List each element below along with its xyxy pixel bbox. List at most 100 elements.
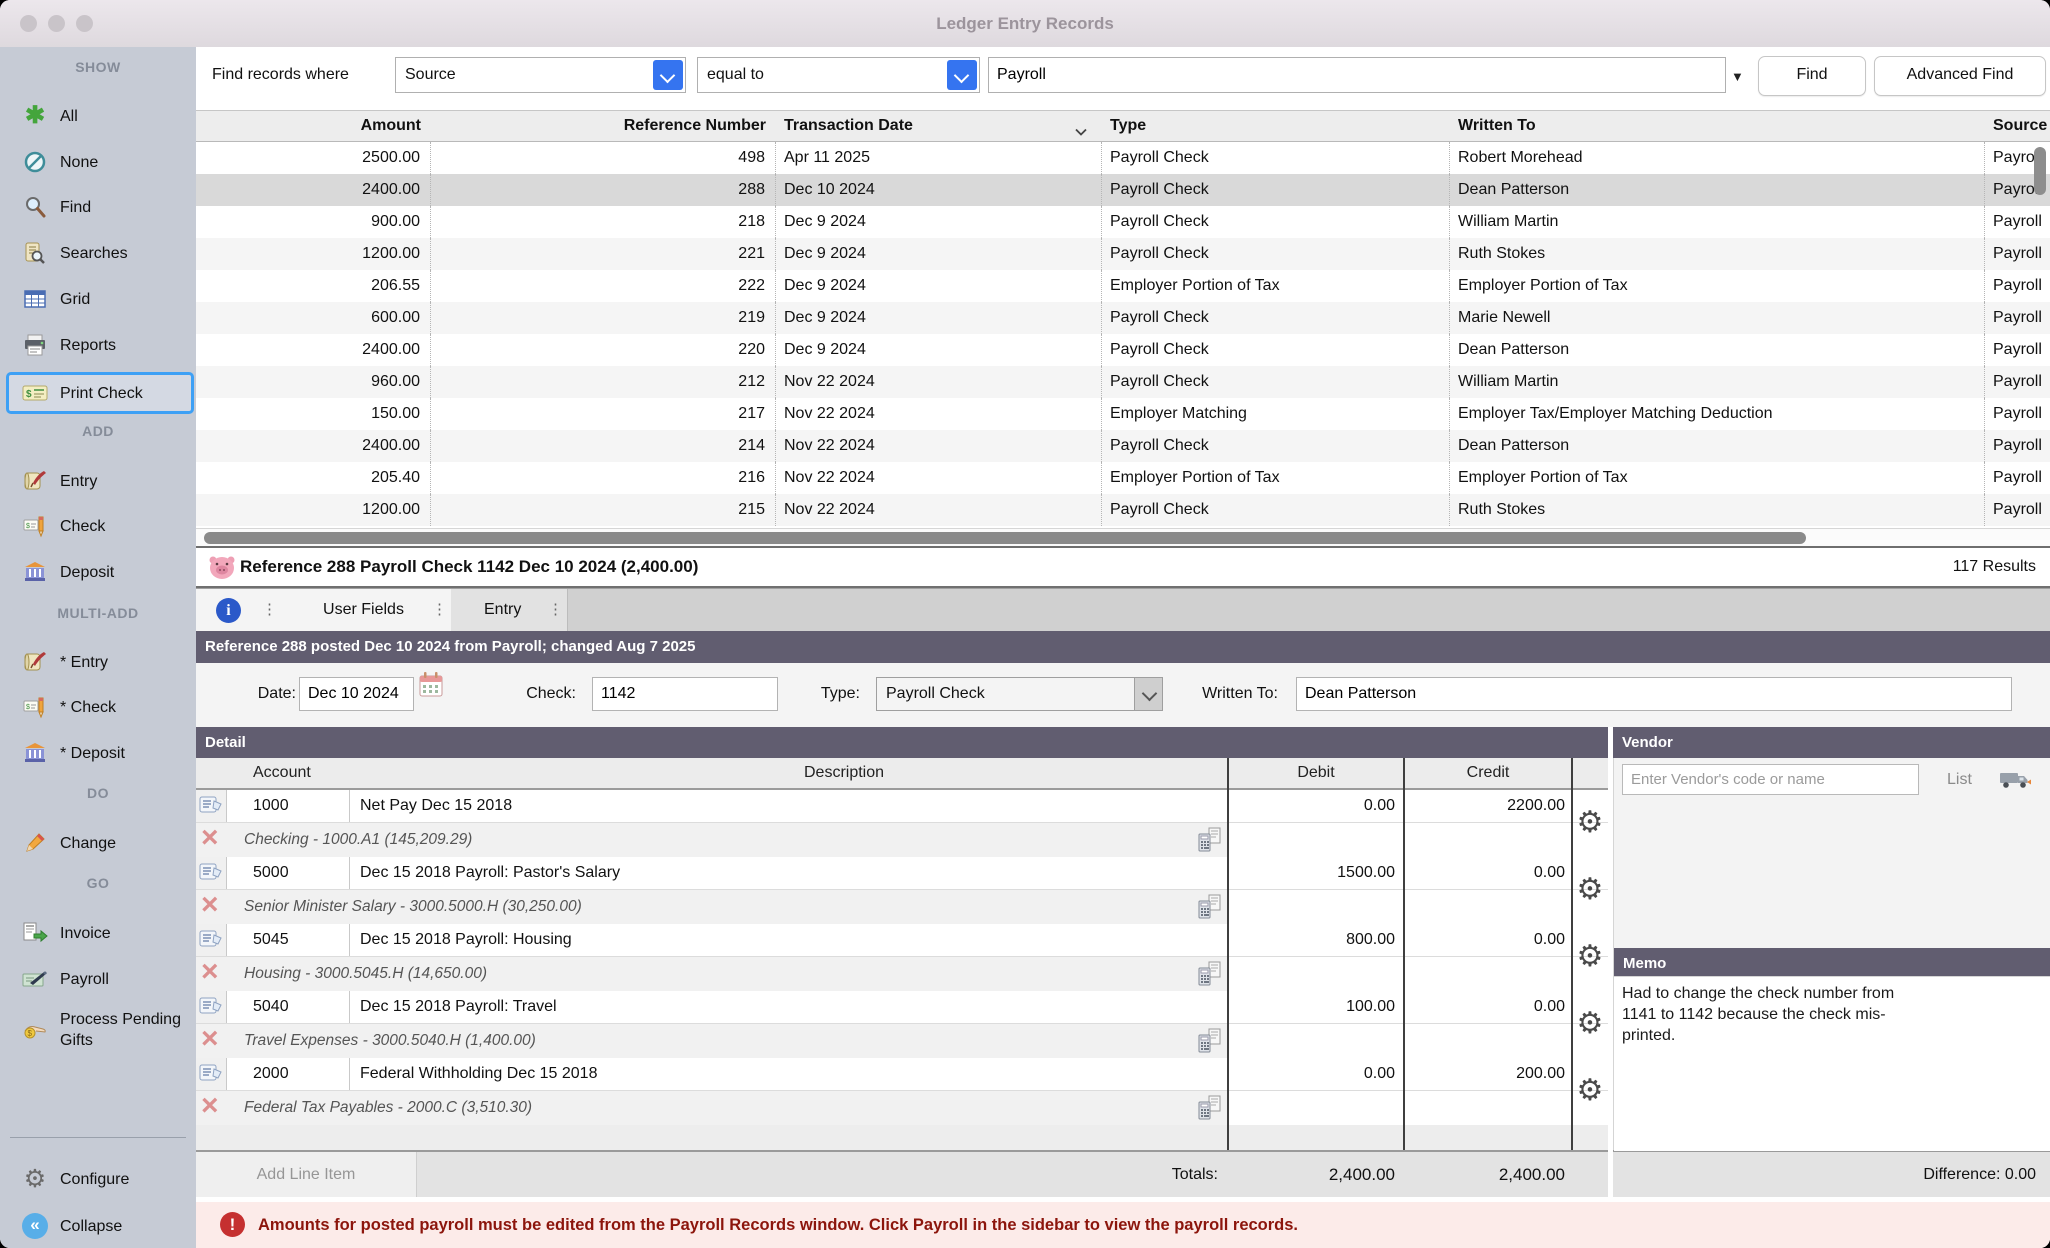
calendar-icon[interactable] [418, 671, 444, 703]
sidebar-item-change[interactable]: Change [12, 827, 190, 859]
calculator-icon[interactable] [1196, 1028, 1224, 1059]
column-header-transaction-date[interactable]: Transaction Date [776, 111, 1102, 141]
vendor-truck-icon[interactable] [1999, 770, 2031, 795]
sidebar-item-reports[interactable]: Reports [12, 329, 190, 361]
date-field[interactable] [299, 677, 414, 711]
table-row[interactable]: 900.00218Dec 9 2024Payroll CheckWilliam … [196, 206, 2050, 238]
description-cell[interactable]: Dec 15 2018 Payroll: Housing [350, 924, 1228, 956]
account-cell[interactable]: 5045 [227, 924, 350, 956]
column-header-amount[interactable]: Amount [196, 111, 431, 141]
calculator-icon[interactable] [1196, 1095, 1224, 1126]
sidebar-item-collapse[interactable]: « Collapse [12, 1210, 190, 1242]
sidebar-item-multi-entry[interactable]: * Entry [12, 646, 190, 678]
table-row[interactable]: 150.00217Nov 22 2024Employer MatchingEmp… [196, 398, 2050, 430]
table-row[interactable]: 1200.00221Dec 9 2024Payroll CheckRuth St… [196, 238, 2050, 270]
line-settings-gear-icon[interactable]: ⚙ [1572, 804, 1608, 842]
description-cell[interactable]: Federal Withholding Dec 15 2018 [350, 1058, 1228, 1090]
sidebar-item-configure[interactable]: ⚙ Configure [12, 1163, 190, 1195]
description-cell[interactable]: Net Pay Dec 15 2018 [350, 790, 1228, 822]
table-row[interactable]: 1200.00215Nov 22 2024Payroll CheckRuth S… [196, 494, 2050, 526]
line-settings-gear-icon[interactable]: ⚙ [1572, 1072, 1608, 1110]
detail-line-main[interactable]: 5040 Dec 15 2018 Payroll: Travel 100.00 … [196, 991, 1608, 1024]
column-header-type[interactable]: Type [1102, 111, 1450, 141]
delete-line-icon[interactable]: × [201, 1089, 219, 1123]
line-settings-gear-icon[interactable]: ⚙ [1572, 1005, 1608, 1043]
account-cell[interactable]: 5000 [227, 857, 350, 889]
sidebar-item-deposit[interactable]: Deposit [12, 556, 190, 588]
account-cell[interactable]: 1000 [227, 790, 350, 822]
find-button[interactable]: Find [1758, 56, 1866, 96]
debit-cell[interactable]: 0.00 [1228, 1058, 1404, 1090]
dots-menu-icon[interactable]: ⋮ [548, 601, 563, 619]
horizontal-scrollbar-track[interactable] [196, 528, 2050, 548]
delete-line-icon[interactable]: × [201, 1022, 219, 1056]
credit-cell[interactable]: 0.00 [1404, 924, 1572, 956]
advanced-find-button[interactable]: Advanced Find [1874, 56, 2046, 96]
calculator-icon[interactable] [1196, 827, 1224, 858]
info-icon[interactable]: i [216, 598, 241, 623]
sidebar-item-print-check[interactable]: $ Print Check [6, 372, 194, 414]
sidebar-item-none[interactable]: None [12, 146, 190, 178]
sidebar-item-payroll[interactable]: Payroll [12, 963, 190, 995]
credit-cell[interactable]: 0.00 [1404, 991, 1572, 1023]
sidebar-item-multi-check[interactable]: $ * Check [12, 691, 190, 723]
history-dropdown-icon[interactable]: ▼ [1731, 69, 1744, 84]
written-to-field[interactable] [1296, 677, 2012, 711]
description-cell[interactable]: Dec 15 2018 Payroll: Pastor's Salary [350, 857, 1228, 889]
check-number-field[interactable] [592, 677, 778, 711]
detail-line-main[interactable]: 5000 Dec 15 2018 Payroll: Pastor's Salar… [196, 857, 1608, 890]
dots-menu-icon[interactable]: ⋮ [262, 601, 277, 619]
account-cell[interactable]: 5040 [227, 991, 350, 1023]
detail-line-main[interactable]: 5045 Dec 15 2018 Payroll: Housing 800.00… [196, 924, 1608, 957]
calculator-icon[interactable] [1196, 961, 1224, 992]
sidebar-item-multi-deposit[interactable]: * Deposit [12, 737, 190, 769]
debit-cell[interactable]: 800.00 [1228, 924, 1404, 956]
credit-cell[interactable]: 2200.00 [1404, 790, 1572, 822]
sidebar-item-process-pending-gifts[interactable]: $ Process Pending Gifts [12, 1007, 190, 1053]
table-row[interactable]: 2400.00220Dec 9 2024Payroll CheckDean Pa… [196, 334, 2050, 366]
column-header-written-to[interactable]: Written To [1450, 111, 1985, 141]
tab-user-fields-label[interactable]: User Fields [306, 589, 421, 631]
vendor-search-input[interactable] [1622, 764, 1919, 795]
tab-entry-label[interactable]: Entry [484, 589, 521, 631]
vendor-list-label[interactable]: List [1947, 758, 1972, 801]
table-row[interactable]: 2400.00214Nov 22 2024Payroll CheckDean P… [196, 430, 2050, 462]
detail-line-main[interactable]: 2000 Federal Withholding Dec 15 2018 0.0… [196, 1058, 1608, 1091]
debit-cell[interactable]: 0.00 [1228, 790, 1404, 822]
add-line-item-button[interactable]: Add Line Item [196, 1152, 417, 1197]
table-row[interactable]: 206.55222Dec 9 2024Employer Portion of T… [196, 270, 2050, 302]
horizontal-scrollbar-thumb[interactable] [204, 532, 1806, 544]
vertical-scrollbar-thumb[interactable] [2034, 147, 2046, 195]
sidebar-item-check[interactable]: $ Check [12, 510, 190, 542]
table-row-selected[interactable]: 2400.00288Dec 10 2024Payroll CheckDean P… [196, 174, 2050, 206]
calculator-icon[interactable] [1196, 894, 1224, 925]
sidebar-item-find[interactable]: Find [12, 191, 190, 223]
find-field-select[interactable]: Source [395, 57, 686, 93]
column-header-reference-number[interactable]: Reference Number [431, 111, 776, 141]
table-row[interactable]: 600.00219Dec 9 2024Payroll CheckMarie Ne… [196, 302, 2050, 334]
credit-cell[interactable]: 0.00 [1404, 857, 1572, 889]
column-header-source[interactable]: Source [1985, 111, 2050, 141]
detail-line-main[interactable]: 1000 Net Pay Dec 15 2018 0.00 2200.00 [196, 790, 1608, 823]
table-row[interactable]: 2500.00498Apr 11 2025Payroll CheckRobert… [196, 142, 2050, 174]
table-row[interactable]: 205.40216Nov 22 2024Employer Portion of … [196, 462, 2050, 494]
line-settings-gear-icon[interactable]: ⚙ [1572, 938, 1608, 976]
find-value-input[interactable] [988, 57, 1726, 93]
type-select[interactable]: Payroll Check [876, 677, 1163, 711]
table-row[interactable]: 960.00212Nov 22 2024Payroll CheckWilliam… [196, 366, 2050, 398]
sidebar-item-invoice[interactable]: Invoice [12, 917, 190, 949]
find-operator-select[interactable]: equal to [697, 57, 980, 93]
debit-cell[interactable]: 100.00 [1228, 991, 1404, 1023]
account-cell[interactable]: 2000 [227, 1058, 350, 1090]
credit-cell[interactable]: 200.00 [1404, 1058, 1572, 1090]
delete-line-icon[interactable]: × [201, 821, 219, 855]
delete-line-icon[interactable]: × [201, 955, 219, 989]
sidebar-item-grid[interactable]: Grid [12, 283, 190, 315]
line-settings-gear-icon[interactable]: ⚙ [1572, 871, 1608, 909]
sidebar-item-entry[interactable]: Entry [12, 465, 190, 497]
description-cell[interactable]: Dec 15 2018 Payroll: Travel [350, 991, 1228, 1023]
sidebar-item-all[interactable]: ✱ All [12, 100, 190, 132]
debit-cell[interactable]: 1500.00 [1228, 857, 1404, 889]
dots-menu-icon[interactable]: ⋮ [432, 601, 447, 619]
delete-line-icon[interactable]: × [201, 888, 219, 922]
